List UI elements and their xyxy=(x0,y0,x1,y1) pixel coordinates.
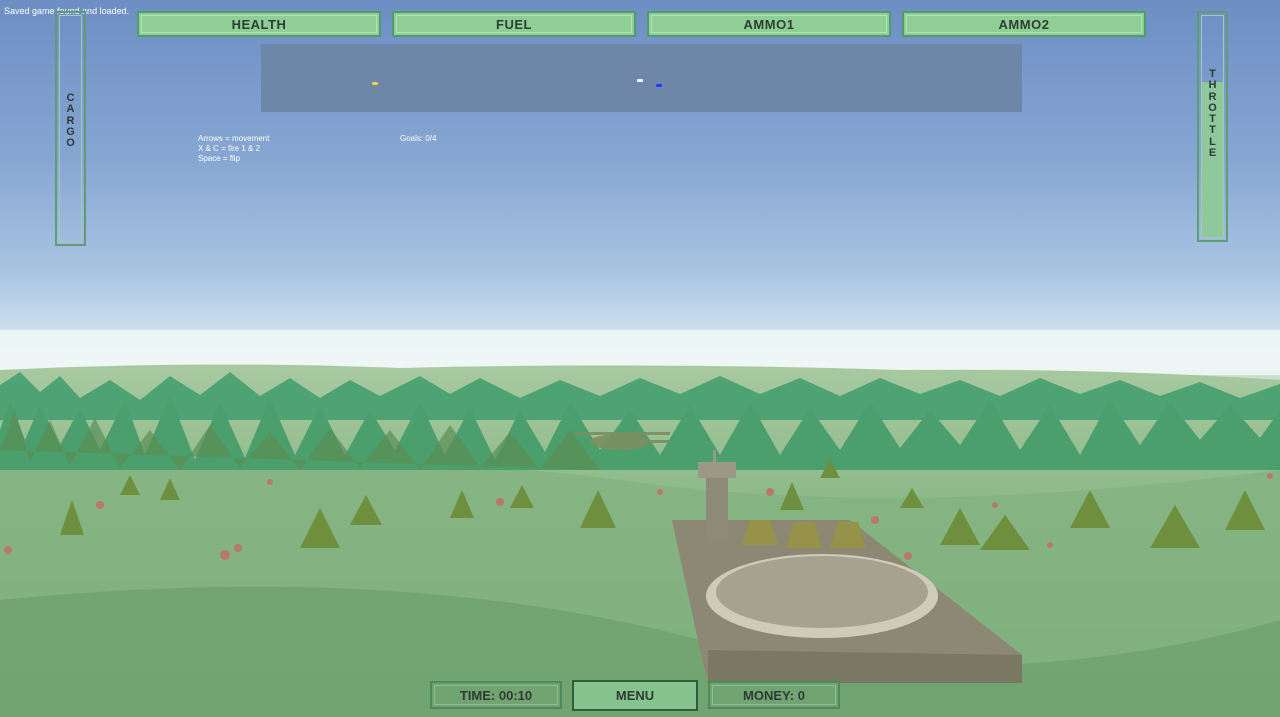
money-text: MONEY: 0 xyxy=(743,687,805,703)
ammo2-label: AMMO2 xyxy=(998,16,1050,32)
radar-blip-yellow xyxy=(372,82,378,85)
money-display: MONEY: 0 xyxy=(708,681,840,709)
help-line-fire: X & C = fire 1 & 2 xyxy=(198,144,261,153)
time-display: TIME: 00:10 xyxy=(430,681,562,709)
control-tower xyxy=(706,478,728,540)
cargo-bar: CARGO xyxy=(55,11,86,246)
help-line-flip: Space = flip xyxy=(198,154,241,163)
goals-counter: Goals: 0/4 xyxy=(400,134,437,143)
throttle-bar: THROTTLE xyxy=(1197,11,1228,242)
radar-blip-white xyxy=(637,79,643,82)
cargo-label: CARGO xyxy=(66,92,75,150)
throttle-label: THROTTLE xyxy=(1208,68,1217,160)
ammo1-bar: AMMO1 xyxy=(647,11,891,37)
menu-label: MENU xyxy=(615,688,655,703)
time-text: TIME: 00:10 xyxy=(459,687,533,703)
fuel-label: FUEL xyxy=(496,16,532,32)
help-line-movement: Arrows = movement xyxy=(198,134,270,143)
radar-blip-blue xyxy=(656,84,662,87)
health-label: HEALTH xyxy=(231,16,287,32)
fuel-bar: FUEL xyxy=(392,11,636,37)
ammo1-label: AMMO1 xyxy=(743,16,795,32)
menu-button[interactable]: MENU xyxy=(572,680,698,711)
radar-minimap xyxy=(261,44,1022,112)
health-bar: HEALTH xyxy=(137,11,381,37)
controls-help: Arrows = movement X & C = fire 1 & 2 Spa… xyxy=(198,134,269,164)
ammo2-bar: AMMO2 xyxy=(902,11,1146,37)
